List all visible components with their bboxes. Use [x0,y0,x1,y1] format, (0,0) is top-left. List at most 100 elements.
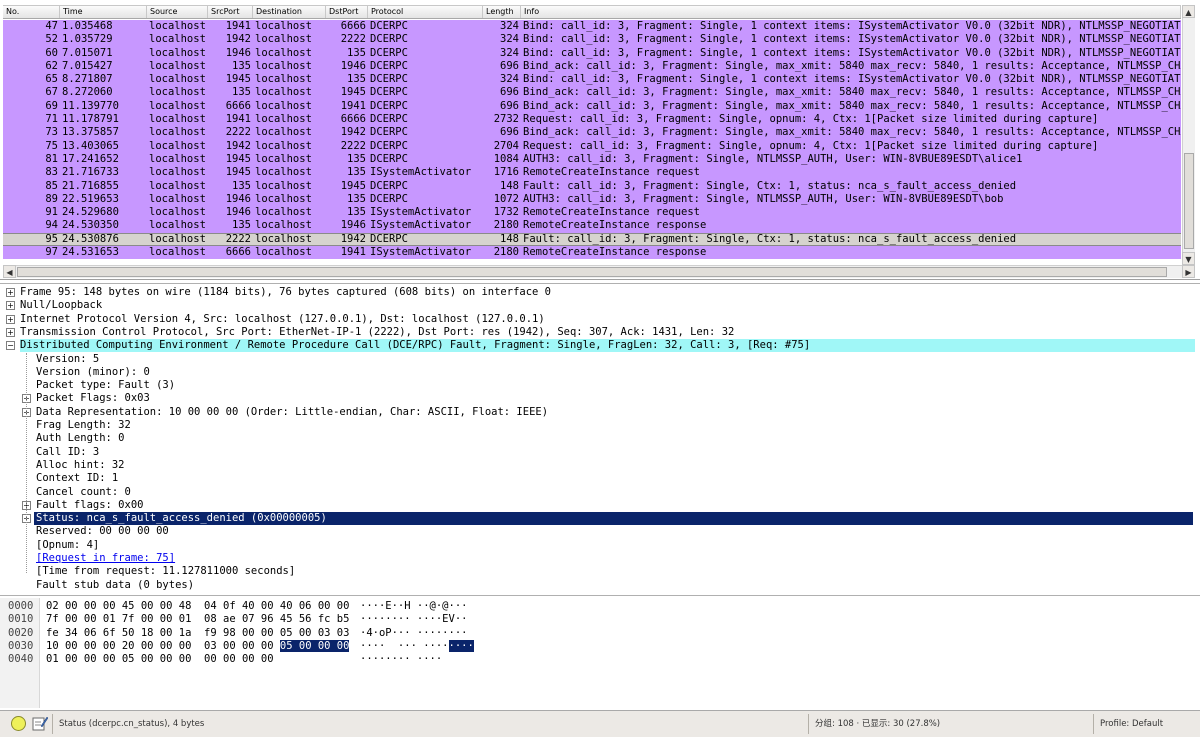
cell-dst: localhost [255,246,312,259]
cell-len: 324 [500,33,519,46]
hex-ascii-selected[interactable]: ···· [448,639,474,652]
packet-list-pane[interactable]: No. Time Source SrcPort Destination DstPort Pr… [0,0,1200,280]
table-row[interactable]: 73 13.375857 localhost 2222 localhost 1942 DCE… [3,126,1181,140]
table-row[interactable]: 65 8.271807 localhost 1945 localhost 135 DCERP… [3,73,1181,87]
cell-len: 696 [500,99,519,112]
packet-details-pane[interactable]: + Frame 95: 148 bytes on wire (1184 bits)… [0,283,1200,596]
hex-ascii[interactable]: ·4·oP··· ········ [360,627,467,640]
cell-dport: 135 [347,166,366,179]
horizontal-scroll-thumb[interactable] [17,267,1167,277]
table-row[interactable]: 71 11.178791 localhost 1941 localhost 6666 DCE… [3,113,1181,127]
hex-ascii[interactable]: ····E··H ··@·@··· [360,600,467,613]
column-header[interactable]: Source [147,6,208,18]
cell-sport: 1941 [225,113,251,126]
column-header[interactable]: Protocol [368,6,483,18]
column-header[interactable]: Info [521,6,1181,18]
table-row[interactable]: 85 21.716855 localhost 135 localhost 1945 DCER… [3,179,1181,193]
table-row[interactable]: 83 21.716733 localhost 1945 localhost 135 ISys… [3,166,1181,180]
table-row[interactable]: 94 24.530350 localhost 135 localhost 1946 ISys… [3,219,1181,233]
cell-src: localhost [149,126,206,139]
request-frame-link[interactable]: [Request in frame: 75] [36,552,175,564]
table-row[interactable]: 89 22.519653 localhost 1946 localhost 135 DCER… [3,192,1181,207]
tree-item[interactable]: Call ID: 3 [36,446,99,459]
scroll-right-icon[interactable]: ▶ [1182,265,1195,278]
tree-item[interactable]: Cancel count: 0 [36,486,131,499]
scroll-up-icon[interactable]: ▲ [1182,5,1195,18]
tree-item[interactable]: Auth Length: 0 [36,432,125,445]
expand-toggle-icon[interactable]: + [6,288,15,297]
packet-bytes-pane[interactable]: 0000 02 00 00 00 45 00 00 48 04 0f 40 00 … [0,598,1200,708]
expand-toggle-icon[interactable]: + [6,314,15,324]
tree-item[interactable]: Version: 5 [36,353,99,366]
tree-item[interactable]: Transmission Control Protocol, Src Port:… [20,326,734,339]
hex-ascii[interactable]: ···· ··· ········ [360,639,474,653]
hex-ascii[interactable]: ········ ····EV·· [360,613,467,626]
table-row[interactable]: 75 13.403065 localhost 1942 localhost 2222 DCE… [3,139,1181,153]
expand-toggle-icon[interactable]: − [6,341,15,351]
packet-list-horizontal-scrollbar[interactable]: ◀ ▶ [3,265,1195,278]
table-row-selected[interactable]: 95 24.530876 localhost 2222 localhost 1942 DCE… [3,232,1181,247]
hex-bytes[interactable]: 7f 00 00 01 7f 00 00 01 08 ae 07 96 45 5… [46,613,349,626]
cell-src: localhost [149,33,206,46]
table-row[interactable]: 81 17.241652 localhost 1945 localhost 135 DCER… [3,152,1181,167]
hex-bytes[interactable]: 01 00 00 00 05 00 00 00 00 00 00 00 [46,653,274,666]
table-row[interactable]: 97 24.531653 localhost 6666 localhost 1941 ISy… [3,246,1181,260]
tree-item[interactable]: Reserved: 00 00 00 00 [36,525,169,538]
tree-item[interactable]: Data Representation: 10 00 00 00 (Order:… [36,406,548,419]
tree-item[interactable]: [Request in frame: 75] [36,552,175,565]
tree-item-selected[interactable]: Status: nca_s_fault_access_denied (0x000… [34,512,1193,526]
hex-ascii[interactable]: ········ ···· [360,653,442,666]
column-header[interactable]: Length [483,6,521,18]
column-header[interactable]: Destination [253,6,326,18]
tree-item[interactable]: [Opnum: 4] [36,539,99,552]
tree-item[interactable]: Fault stub data (0 bytes) [36,579,194,592]
tree-item[interactable]: Context ID: 1 [36,472,118,485]
cell-dst: localhost [255,206,312,219]
packet-list-vertical-scrollbar[interactable]: ▲ ▼ [1182,5,1195,265]
tree-item-label: Packet type: Fault (3) [36,379,176,392]
tree-item[interactable]: [Time from request: 11.127811000 seconds… [36,565,295,578]
tree-item[interactable]: Packet Flags: 0x03 [36,392,150,405]
packet-list-rows[interactable]: 47 1.035468 localhost 1941 localhost 6666 DCER… [3,20,1181,260]
column-header[interactable]: DstPort [326,6,368,18]
expand-toggle-icon[interactable]: + [6,301,15,311]
cell-dport: 1941 [340,246,366,259]
cell-len: 1716 [493,166,519,179]
vertical-scroll-thumb[interactable] [1184,153,1194,249]
tree-item[interactable]: Fault flags: 0x00 [36,499,143,512]
table-row[interactable]: 52 1.035729 localhost 1942 localhost 2222 DCER… [3,33,1181,47]
hex-bytes[interactable]: 10 00 00 00 20 00 00 00 03 00 00 00 05 0… [46,639,350,653]
tree-item[interactable]: Null/Loopback [20,299,102,312]
capture-comment-icon[interactable] [32,715,48,731]
table-row[interactable]: 47 1.035468 localhost 1941 localhost 6666 DCER… [3,20,1181,34]
tree-item[interactable]: Frame 95: 148 bytes on wire (1184 bits),… [20,286,551,299]
tree-item-label: Transmission Control Protocol, Src Port:… [20,325,735,338]
cell-src: localhost [149,166,206,179]
hex-bytes[interactable]: 02 00 00 00 45 00 00 48 04 0f 40 00 40 0… [46,600,349,613]
table-row[interactable]: 69 11.139770 localhost 6666 localhost 1941 DCE… [3,99,1181,114]
tree-item[interactable]: Alloc hint: 32 [36,459,125,472]
hex-bytes[interactable]: fe 34 06 6f 50 18 00 1a f9 98 00 00 05 0… [46,627,349,640]
hex-bytes-selected[interactable]: 05 00 00 00 [279,639,350,652]
tree-item[interactable]: Packet type: Fault (3) [36,379,175,392]
tree-item[interactable]: Internet Protocol Version 4, Src: localh… [20,313,545,326]
status-profile[interactable]: Profile: Default [1093,714,1197,734]
cell-len: 2180 [493,219,519,232]
table-row[interactable]: 60 7.015071 localhost 1946 localhost 135 DCERP… [3,46,1181,60]
column-header[interactable]: Time [60,6,147,18]
cell-len: 148 [500,179,519,192]
column-header[interactable]: SrcPort [208,6,253,18]
table-row[interactable]: 91 24.529680 localhost 1946 localhost 135 ISys… [3,206,1181,220]
expert-info-icon[interactable] [11,716,26,731]
expand-toggle-icon[interactable]: + [6,327,15,337]
table-row[interactable]: 62 7.015427 localhost 135 localhost 1946 DCERP… [3,59,1181,74]
tree-item[interactable]: Distributed Computing Environment / Remo… [20,339,1195,353]
scroll-down-icon[interactable]: ▼ [1182,252,1195,265]
tree-item[interactable]: Version (minor): 0 [36,366,150,379]
cell-dport: 135 [347,73,366,86]
cell-sport: 1945 [225,73,251,86]
table-row[interactable]: 67 8.272060 localhost 135 localhost 1945 DCERP… [3,86,1181,100]
tree-item[interactable]: Frag Length: 32 [36,419,131,432]
column-header[interactable]: No. [3,6,60,18]
scroll-left-icon[interactable]: ◀ [3,265,16,278]
